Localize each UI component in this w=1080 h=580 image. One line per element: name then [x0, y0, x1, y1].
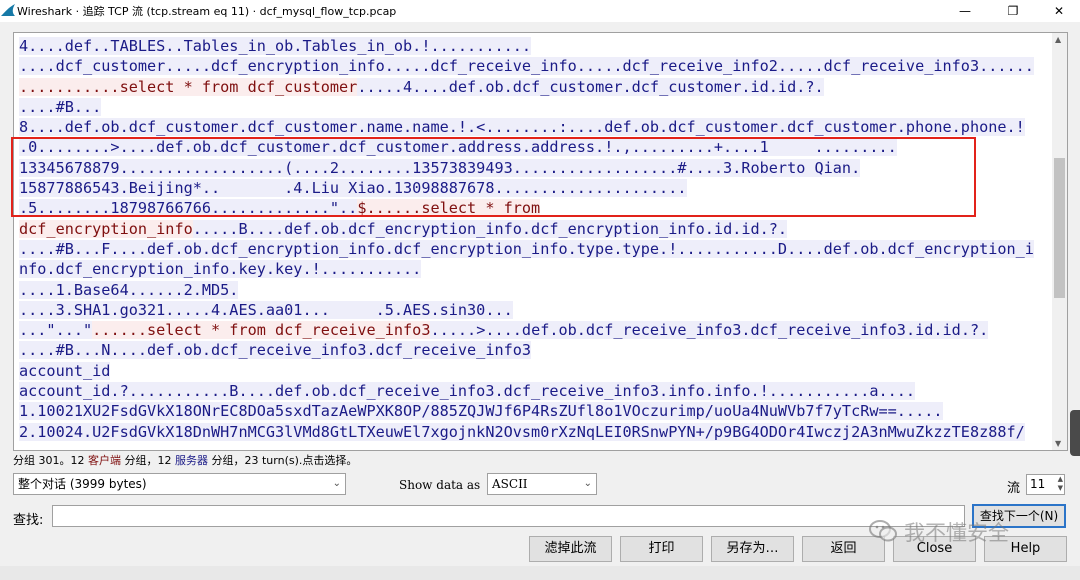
find-input[interactable] [52, 505, 965, 527]
scroll-up-arrow-icon[interactable]: ▲ [1055, 35, 1061, 44]
close-window-button[interactable]: ✕ [1036, 0, 1080, 22]
stream-line[interactable]: nfo.dcf_encryption_info.key.key.!.......… [19, 259, 1049, 279]
watermark: 我不懂安全 [868, 515, 1058, 549]
server-data-segment: ....#B... [19, 97, 102, 116]
server-label: 服务器 [175, 454, 208, 467]
stream-number-spinbox[interactable]: 11 ▲ ▼ [1026, 474, 1065, 495]
client-data-segment: ......select * from dcf_receive_info3 [92, 321, 431, 340]
chevron-down-icon: ⌄ [332, 478, 341, 489]
stream-line[interactable]: ....#B...F....def.ob.dcf_encryption_info… [19, 239, 1049, 259]
wireshark-fin-icon [1, 4, 15, 16]
client-data-segment: ...........select * from dcf_customer [19, 77, 358, 96]
server-data-segment: 1.10021XU2FsdGVkX18ONrEC8DOa5sxdTazAeWPX… [19, 402, 943, 421]
stream-line[interactable]: ....#B...N....def.ob.dcf_receive_info3.d… [19, 340, 1049, 360]
server-data-segment: ....#B...N....def.ob.dcf_receive_info3.d… [19, 341, 532, 360]
server-data-segment: ....#B...F....def.ob.dcf_encryption_info… [19, 239, 1034, 258]
save-as-button[interactable]: 另存为… [711, 536, 794, 562]
server-data-segment: 8....def.ob.dcf_customer.dcf_customer.na… [19, 118, 1025, 137]
stream-line[interactable]: ...........select * from dcf_customer...… [19, 77, 1049, 97]
stream-line[interactable]: account_id [19, 361, 1049, 381]
filter-out-stream-button[interactable]: 滤掉此流 [529, 536, 612, 562]
stream-line[interactable]: account_id.?...........B....def.ob.dcf_r… [19, 381, 1049, 401]
stream-line[interactable]: 8....def.ob.dcf_customer.dcf_customer.na… [19, 117, 1049, 137]
show-data-label: Show data as [399, 478, 481, 492]
scroll-thumb[interactable] [1054, 158, 1065, 298]
stream-status-text: 分组 301。12 客户端 分组，12 服务器 分组，23 turn(s).点击… [13, 454, 358, 467]
stream-line[interactable]: 4....def..TABLES..Tables_in_ob.Tables_in… [19, 36, 1049, 56]
server-data-segment: ..."..." [19, 321, 93, 340]
stream-line[interactable]: ....dcf_customer.....dcf_encryption_info… [19, 56, 1049, 76]
maximize-button[interactable]: ❐ [990, 0, 1036, 22]
server-data-segment: 4....def..TABLES..Tables_in_ob.Tables_in… [19, 37, 532, 55]
stream-line[interactable]: dcf_encryption_info.....B....def.ob.dcf_… [19, 219, 1049, 239]
print-button[interactable]: 打印 [620, 536, 703, 562]
stream-line[interactable]: ....3.SHA1.go321.....4.AES.aa01... .5.AE… [19, 300, 1049, 320]
server-data-segment: account_id.?...........B....def.ob.dcf_r… [19, 382, 916, 401]
spin-arrows-icon[interactable]: ▲ ▼ [1058, 475, 1063, 493]
server-data-segment: ....1.Base64......2.MD5. [19, 280, 239, 299]
stream-line[interactable]: 2.10024.U2FsdGVkX18DnWH7nMCG3lVMd8GtLTXe… [19, 422, 1049, 442]
server-data-segment: nfo.dcf_encryption_info.key.key.!.......… [19, 260, 422, 279]
wechat-icon [869, 520, 897, 542]
conversation-select[interactable]: 整个对话 (3999 bytes) ⌄ [13, 473, 346, 495]
stream-line[interactable]: ....1.Base64......2.MD5. [19, 280, 1049, 300]
side-handle [1070, 410, 1080, 456]
server-data-segment: ....dcf_customer.....dcf_encryption_info… [19, 57, 1034, 76]
find-label: 查找: [13, 513, 44, 528]
client-data-segment: dcf_encryption_info [19, 219, 193, 238]
highlight-annotation-box [11, 137, 976, 217]
server-data-segment: .....4....def.ob.dcf_customer.dcf_custom… [357, 77, 824, 96]
stream-line[interactable]: ....#B... [19, 97, 1049, 117]
tcp-stream-text-area[interactable]: 4....def..TABLES..Tables_in_ob.Tables_in… [13, 32, 1068, 451]
server-data-segment: ....3.SHA1.go321.....4.AES.aa01... .5.AE… [19, 300, 513, 319]
client-label: 客户端 [88, 454, 121, 467]
stream-scrollbar[interactable]: ▲ ▼ [1052, 33, 1067, 450]
scroll-down-arrow-icon[interactable]: ▼ [1055, 439, 1061, 448]
stream-number-label: 流 [1007, 481, 1021, 496]
stream-line[interactable]: 1.10021XU2FsdGVkX18ONrEC8DOa5sxdTazAeWPX… [19, 401, 1049, 421]
stream-line[interactable]: ..."..."......select * from dcf_receive_… [19, 320, 1049, 340]
server-data-segment: .....>....def.ob.dcf_receive_info3.dcf_r… [430, 321, 989, 340]
server-data-segment: account_id [19, 361, 111, 380]
title-bar: Wireshark · 追踪 TCP 流 (tcp.stream eq 11) … [0, 0, 1080, 22]
chevron-down-icon: ⌄ [583, 478, 592, 489]
stream-lines: 4....def..TABLES..Tables_in_ob.Tables_in… [19, 36, 1049, 442]
server-data-segment: 2.10024.U2FsdGVkX18DnWH7nMCG3lVMd8GtLTXe… [19, 422, 1025, 441]
show-data-as-select[interactable]: ASCII ⌄ [487, 473, 597, 495]
server-data-segment: .....B....def.ob.dcf_encryption_info.dcf… [192, 219, 788, 238]
bottom-edge [0, 566, 1080, 580]
window-title: Wireshark · 追踪 TCP 流 (tcp.stream eq 11) … [17, 5, 397, 18]
minimize-button[interactable]: — [942, 0, 988, 22]
